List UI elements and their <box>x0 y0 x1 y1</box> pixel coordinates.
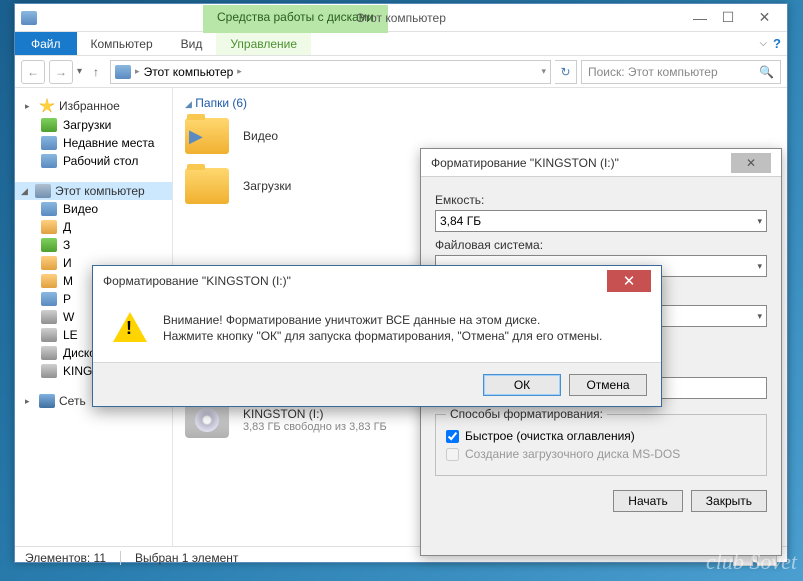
folder-icon <box>185 118 229 154</box>
help-icon[interactable]: ? <box>773 36 781 51</box>
close-button[interactable]: ✕ <box>742 8 787 28</box>
maximize-button[interactable]: ☐ <box>714 8 742 28</box>
minimize-button[interactable]: — <box>686 8 714 28</box>
collapse-icon: ▸ <box>25 101 35 112</box>
messagebox-close-button[interactable]: ✕ <box>607 270 651 292</box>
sidebar-item-desktop[interactable]: Рабочий стол <box>15 152 172 170</box>
chevron-down-icon: ▾ <box>757 261 762 272</box>
breadcrumb-item[interactable]: Этот компьютер <box>144 65 234 79</box>
disk-icon <box>41 310 57 324</box>
forward-button[interactable]: → <box>49 60 73 84</box>
format-close-button2[interactable]: Закрыть <box>691 490 767 512</box>
format-close-button[interactable]: ✕ <box>731 153 771 173</box>
capacity-select[interactable]: 3,84 ГБ ▾ <box>435 210 767 232</box>
chevron-right-icon: ▸ <box>135 66 140 77</box>
sidebar-favorites-header[interactable]: ▸ Избранное <box>15 96 172 116</box>
format-start-button[interactable]: Начать <box>613 490 683 512</box>
network-icon <box>39 394 55 408</box>
disk-icon <box>41 328 57 342</box>
checkbox-icon <box>446 448 459 461</box>
sidebar-item[interactable]: З <box>15 236 172 254</box>
window-title: Этот компьютер <box>356 11 446 25</box>
sidebar-item[interactable]: Видео <box>15 200 172 218</box>
titlebar: Средства работы с дисками Этот компьютер… <box>15 4 787 32</box>
search-input[interactable]: Поиск: Этот компьютер 🔍 <box>581 60 781 84</box>
chevron-down-icon: ▾ <box>757 216 762 227</box>
messagebox-title: Форматирование "KINGSTON (I:)" ✕ <box>93 266 661 296</box>
folder-icon <box>41 256 57 270</box>
breadcrumb[interactable]: ▸ Этот компьютер ▸ ▾ <box>110 60 551 84</box>
collapse-icon: ◢ <box>185 99 192 109</box>
usb-icon <box>41 364 57 378</box>
desktop-icon <box>41 154 57 168</box>
computer-icon <box>35 184 51 198</box>
collapse-icon: ▸ <box>25 396 35 407</box>
recent-icon <box>41 136 57 150</box>
ok-button[interactable]: ОК <box>483 374 561 396</box>
navbar: ← → ▾ ↑ ▸ Этот компьютер ▸ ▾ ↻ Поиск: Эт… <box>15 56 787 88</box>
separator <box>120 551 121 565</box>
ribbon-tab-view[interactable]: Вид <box>167 32 217 55</box>
ribbon: Файл Компьютер Вид Управление ⌵ ? <box>15 32 787 56</box>
folder-icon <box>41 220 57 234</box>
sidebar-item[interactable]: Д <box>15 218 172 236</box>
format-options-group: Способы форматирования: Быстрое (очистка… <box>435 407 767 476</box>
download-icon <box>41 118 57 132</box>
sidebar-this-pc[interactable]: ◢ Этот компьютер <box>15 182 172 200</box>
cancel-button[interactable]: Отмена <box>569 374 647 396</box>
messagebox-text: Внимание! Форматирование уничтожит ВСЕ д… <box>163 312 602 346</box>
sidebar-item-downloads[interactable]: Загрузки <box>15 116 172 134</box>
refresh-button[interactable]: ↻ <box>555 60 577 84</box>
app-icon <box>21 11 37 25</box>
folder-icon <box>41 292 57 306</box>
format-dialog-title: Форматирование "KINGSTON (I:)" ✕ <box>421 149 781 177</box>
expand-icon: ◢ <box>21 186 31 197</box>
usb-drive-icon <box>185 402 229 438</box>
folder-icon <box>41 202 57 216</box>
status-selected: Выбран 1 элемент <box>135 551 238 565</box>
msdos-boot-checkbox: Создание загрузочного диска MS-DOS <box>446 447 756 461</box>
location-icon <box>115 65 131 79</box>
optical-icon <box>41 346 57 360</box>
history-dropdown-icon[interactable]: ▾ <box>77 66 82 77</box>
folders-section-header[interactable]: ◢ Папки (6) <box>185 96 775 110</box>
back-button[interactable]: ← <box>21 60 45 84</box>
ribbon-collapse-icon[interactable]: ⌵ <box>759 38 767 49</box>
folder-icon <box>41 238 57 252</box>
filesystem-label: Файловая система: <box>435 238 767 252</box>
breadcrumb-dropdown-icon[interactable]: ▾ <box>541 66 546 77</box>
quick-format-checkbox[interactable]: Быстрое (очистка оглавления) <box>446 429 756 443</box>
checkbox-icon[interactable] <box>446 430 459 443</box>
status-item-count: Элементов: 11 <box>25 551 106 565</box>
folder-icon <box>185 168 229 204</box>
chevron-down-icon: ▾ <box>757 311 762 322</box>
sidebar-item-recent[interactable]: Недавние места <box>15 134 172 152</box>
ribbon-tab-manage[interactable]: Управление <box>216 32 311 55</box>
search-icon: 🔍 <box>759 65 774 79</box>
ribbon-file-menu[interactable]: Файл <box>15 32 77 55</box>
up-button[interactable]: ↑ <box>86 62 106 82</box>
capacity-label: Емкость: <box>435 193 767 207</box>
folder-icon <box>41 274 57 288</box>
search-placeholder: Поиск: Этот компьютер <box>588 65 718 79</box>
ribbon-tab-computer[interactable]: Компьютер <box>77 32 167 55</box>
star-icon <box>39 98 55 114</box>
chevron-right-icon: ▸ <box>237 66 242 77</box>
warning-messagebox: Форматирование "KINGSTON (I:)" ✕ Внимани… <box>92 265 662 407</box>
warning-icon <box>113 312 147 346</box>
